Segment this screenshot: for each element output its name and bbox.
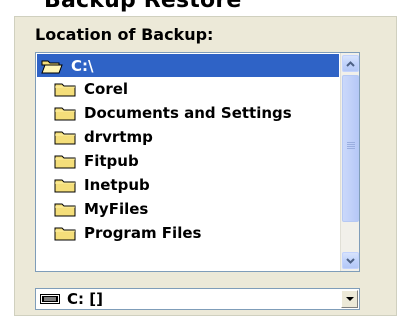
list-item[interactable]: Corel: [36, 77, 340, 101]
vertical-scrollbar[interactable]: [340, 53, 359, 271]
list-item-label: Corel: [84, 80, 129, 98]
folder-icon: [54, 107, 76, 121]
folder-icon: [54, 203, 76, 217]
scroll-thumb[interactable]: [342, 75, 359, 222]
section-title: Backup Restore: [44, 0, 242, 13]
list-item[interactable]: MyFiles: [36, 197, 340, 221]
scroll-down-button[interactable]: [342, 252, 359, 269]
list-item-label: C:\: [71, 56, 94, 75]
chevron-up-icon: [346, 60, 355, 67]
chevron-down-icon: [346, 257, 355, 264]
chevron-down-icon: [345, 296, 354, 301]
list-item[interactable]: Program Files: [36, 221, 340, 245]
grip-icon: [347, 142, 355, 149]
list-item-label: Inetpub: [84, 176, 150, 194]
folder-icon: [54, 227, 76, 241]
list-item[interactable]: Documents and Settings: [36, 101, 340, 125]
folder-list: C:\ Corel Documents and Settings drvrtmp: [36, 53, 340, 271]
drive-select[interactable]: C: []: [35, 288, 360, 310]
drive-select-value: C: []: [40, 289, 103, 309]
folder-listbox[interactable]: C:\ Corel Documents and Settings drvrtmp: [35, 52, 360, 272]
hard-drive-icon: [40, 294, 60, 304]
list-item[interactable]: Inetpub: [36, 173, 340, 197]
folder-icon: [54, 155, 76, 169]
list-item-label: Program Files: [84, 224, 202, 242]
drive-label: C: []: [67, 290, 103, 308]
list-item-label: MyFiles: [84, 200, 149, 218]
folder-icon: [54, 179, 76, 193]
list-item-label: Documents and Settings: [84, 104, 292, 122]
location-of-backup-label: Location of Backup:: [35, 25, 214, 44]
folder-icon: [54, 83, 76, 97]
list-item-label: drvrtmp: [84, 128, 153, 146]
folder-icon: [54, 131, 76, 145]
list-item[interactable]: Fitpub: [36, 149, 340, 173]
dropdown-button[interactable]: [341, 290, 358, 308]
open-folder-icon: [41, 60, 63, 73]
scroll-up-button[interactable]: [342, 55, 359, 72]
list-item-root[interactable]: C:\: [37, 54, 339, 77]
list-item[interactable]: drvrtmp: [36, 125, 340, 149]
list-item-label: Fitpub: [84, 152, 139, 170]
